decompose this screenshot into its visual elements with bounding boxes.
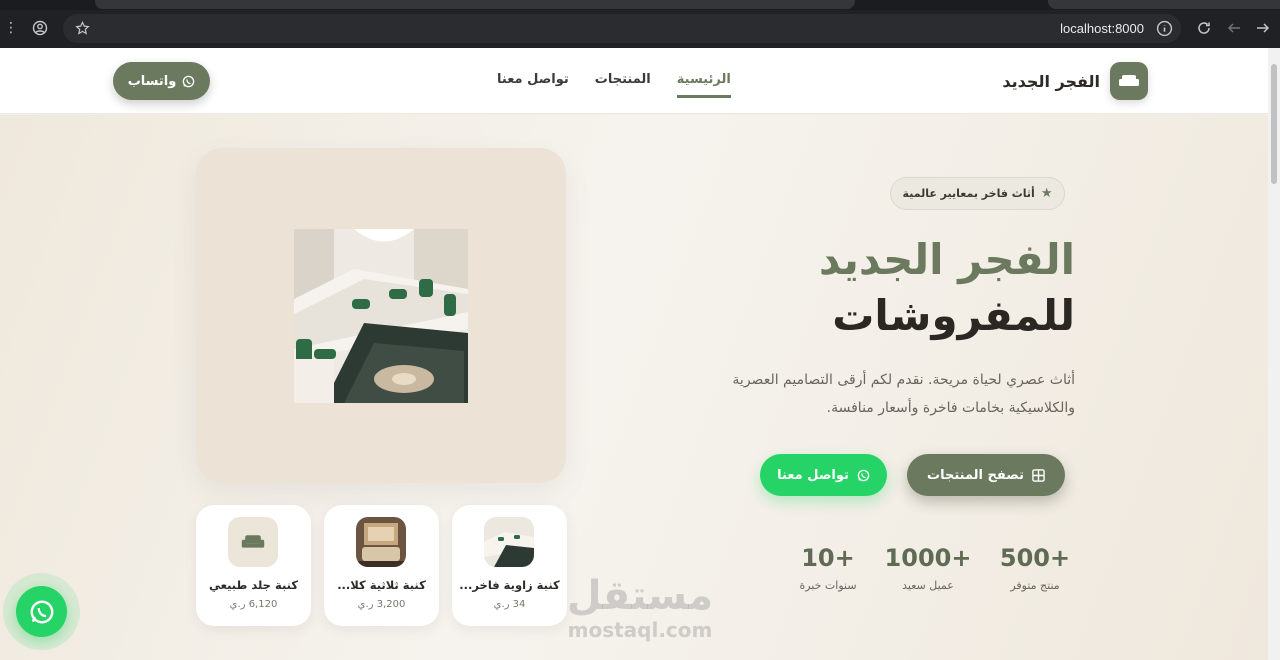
whatsapp-icon [857,469,870,481]
product-card[interactable]: كنبة جلد طبيعي 6,120 ر.ي [196,505,311,626]
brand-name: الفجر الجديد [1002,71,1100,91]
whatsapp-header-button[interactable]: واتساب [113,62,210,100]
grid-icon [1032,468,1045,482]
back-arrow-icon[interactable] [1226,20,1242,36]
nav-home[interactable]: الرئيسية [676,72,731,98]
nav-contact[interactable]: تواصل معنا [497,72,569,98]
forward-arrow-icon[interactable] [1255,20,1271,36]
address-bar[interactable]: localhost:8000 [63,14,1181,43]
browser-tab[interactable] [95,0,855,9]
stat-experience: +10 سنوات خبرة [783,543,873,592]
stat-label: عميل سعيد [902,579,954,592]
browser-tab[interactable] [1048,0,1280,9]
whatsapp-float-button[interactable] [16,586,67,637]
page-scrollbar[interactable] [1268,48,1280,660]
site-header: الفجر الجديد الرئيسية المنتجات تواصل معن… [0,48,1268,114]
hero-title-line1: الفجر الجديد [818,235,1075,284]
product-card[interactable]: كنبة ثلاثية كلا... 3,200 ر.ي [324,505,439,626]
brand[interactable]: الفجر الجديد [1002,62,1148,100]
stat-label: منتج متوفر [1010,579,1060,592]
watermark-arabic: مستقل [566,573,714,619]
main-nav: الرئيسية المنتجات تواصل معنا [497,72,731,98]
url-text[interactable]: localhost:8000 [1060,21,1144,36]
browser-toolbar: ⋮ localhost:8000 [0,0,1280,48]
product-name: كنبة جلد طبيعي [208,578,299,592]
stat-number: +1000 [884,544,972,572]
sofa-icon [1110,62,1148,100]
tab-strip [0,0,1280,10]
hero-badge: ★ أثاث فاخر بمعايير عالمية [890,177,1065,210]
hero-description: أثاث عصري لحياة مريحة. نقدم لكم أرقى الت… [732,372,1075,416]
nav-products[interactable]: المنتجات [595,72,651,98]
hero-badge-text: أثاث فاخر بمعايير عالمية [902,187,1035,200]
whatsapp-icon [30,600,53,623]
browse-products-label: تصفح المنتجات [927,467,1024,483]
product-price: 34 ر.ي [493,599,526,610]
scrollbar-thumb[interactable] [1271,64,1277,184]
stat-products: +500 منتج متوفر [990,543,1080,592]
watermark-latin: mostaql.com [567,618,713,642]
living-room-photo [294,229,468,403]
contact-us-label: تواصل معنا [777,467,849,483]
profile-icon[interactable] [32,20,48,36]
product-name: كنبة ثلاثية كلا... [337,578,426,592]
star-icon: ★ [1040,186,1053,201]
contact-us-button[interactable]: تواصل معنا [760,454,887,496]
stat-number: +10 [801,544,855,572]
hero-image-panel [196,148,566,483]
menu-dots-icon[interactable]: ⋮ [4,21,18,35]
sofa-icon [228,517,278,567]
reload-icon[interactable] [1196,20,1212,36]
bookmark-star-icon[interactable] [75,21,90,36]
product-card[interactable]: كنبة زاوية فاخر... 34 ر.ي [452,505,567,626]
browse-products-button[interactable]: تصفح المنتجات [907,454,1065,496]
product-price: 3,200 ر.ي [357,599,406,610]
stat-number: +500 [999,544,1071,572]
product-thumbnail [484,517,534,567]
product-price: 6,120 ر.ي [229,599,278,610]
stat-label: سنوات خبرة [799,579,857,592]
stat-customers: +1000 عميل سعيد [883,543,973,592]
product-name: كنبة زاوية فاخر... [459,578,560,592]
whatsapp-header-label: واتساب [127,73,177,89]
whatsapp-icon [183,75,195,87]
watermark: مستقل mostaql.com [560,574,720,642]
site-info-icon[interactable] [1156,20,1173,37]
product-thumbnail [356,517,406,567]
hero-title-line2: للمفروشات [832,291,1075,340]
